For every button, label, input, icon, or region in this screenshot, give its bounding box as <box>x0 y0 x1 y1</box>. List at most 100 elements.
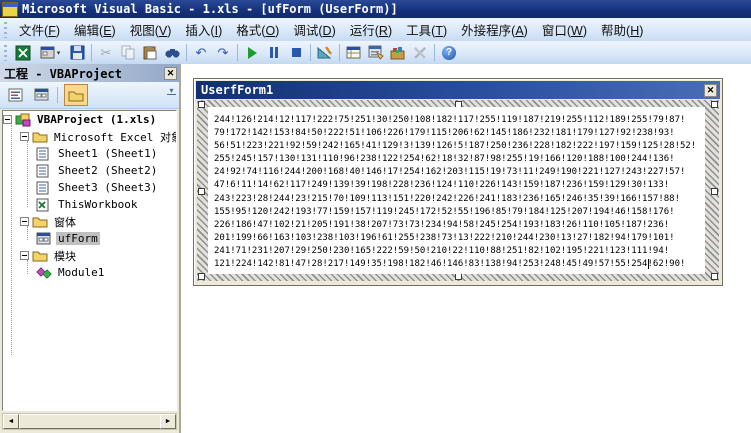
collapse-icon[interactable] <box>20 217 29 226</box>
menu-accel: E <box>99 24 116 38</box>
standard-toolbar: ▾ ✂ ↶ ↷ <box>0 41 751 65</box>
menu-window[interactable]: 窗口W <box>535 17 594 42</box>
view-object-icon <box>34 88 50 102</box>
scrollbar-thumb[interactable] <box>19 414 162 429</box>
object-browser-button[interactable] <box>410 43 430 62</box>
run-icon <box>248 47 257 59</box>
view-code-button[interactable] <box>3 84 27 106</box>
toolbar-grip[interactable] <box>3 45 8 61</box>
userform-titlebar[interactable]: UserfForm1 <box>196 81 720 99</box>
resize-handle-top-left[interactable] <box>198 101 205 108</box>
scroll-left-arrow[interactable]: ◄ <box>3 414 19 429</box>
scroll-right-arrow[interactable]: ► <box>160 414 176 429</box>
insert-userform-button[interactable]: ▾ <box>35 43 65 62</box>
design-mode-icon <box>317 45 333 60</box>
menu-debug[interactable]: 调试D <box>286 17 342 42</box>
help-button[interactable] <box>439 43 459 62</box>
panel-close-button[interactable] <box>164 67 177 80</box>
menubar-grip[interactable] <box>3 22 8 38</box>
excel-icon <box>15 45 31 61</box>
project-panel-title: 工程 - VBAProject <box>4 65 122 82</box>
resize-handle-bottom-left[interactable] <box>198 273 205 280</box>
menu-insert[interactable]: 插入I <box>178 17 229 42</box>
tree-item-modules-folder[interactable]: 模块 <box>3 247 176 264</box>
resize-handle-bottom-right[interactable] <box>711 273 718 280</box>
save-button[interactable] <box>67 43 87 62</box>
menu-run[interactable]: 运行R <box>343 17 399 42</box>
form-text-line: 47!6!11!14!62!117!249!139!39!198!228!236… <box>214 179 705 192</box>
worksheet-icon <box>36 147 53 161</box>
menu-tools[interactable]: 工具T <box>399 17 454 42</box>
menu-edit[interactable]: 编辑E <box>67 17 123 42</box>
copy-button[interactable] <box>118 43 138 62</box>
binoculars-icon <box>165 46 180 59</box>
vb-app-icon <box>2 2 18 17</box>
menu-addins[interactable]: 外接程序A <box>454 17 535 42</box>
toolbox-icon <box>390 45 406 60</box>
tree-item-sheet3[interactable]: Sheet3 (Sheet3) <box>3 179 176 196</box>
find-button[interactable] <box>162 43 182 62</box>
undo-button[interactable]: ↶ <box>191 43 211 62</box>
tree-item-module1[interactable]: Module1 <box>3 264 176 281</box>
resize-handle-bottom-center[interactable] <box>455 273 462 280</box>
view-object-button[interactable] <box>30 84 54 106</box>
redo-button[interactable]: ↷ <box>213 43 233 62</box>
toolbox-button[interactable] <box>388 43 408 62</box>
menu-help[interactable]: 帮助H <box>594 17 650 42</box>
resize-handle-top-right[interactable] <box>711 101 718 108</box>
form-text-line: 255!245!157!130!131!110!96!238!122!254!6… <box>214 153 705 166</box>
project-horizontal-scrollbar[interactable]: ◄ ► <box>2 413 177 430</box>
tree-item-sheet2[interactable]: Sheet2 (Sheet2) <box>3 162 176 179</box>
userform-close-button[interactable] <box>704 84 717 97</box>
save-icon <box>70 45 85 60</box>
collapse-icon[interactable] <box>3 115 12 124</box>
window-titlebar[interactable]: Microsoft Visual Basic - 1.xls - [ufForm… <box>0 0 751 18</box>
menu-bar: 文件F 编辑E 视图V 插入I 格式O 调试D 运行R 工具T 外接程序A 窗口… <box>0 18 751 42</box>
tree-item-vbaproject[interactable]: VBAProject (1.xls) <box>3 111 176 128</box>
view-excel-button[interactable] <box>13 43 33 62</box>
undo-arrow-icon: ↶ <box>196 46 207 59</box>
toggle-folders-button[interactable] <box>64 84 88 106</box>
userform-title: UserfForm1 <box>201 83 273 97</box>
project-panel-header[interactable]: 工程 - VBAProject <box>0 64 179 82</box>
menu-accel: F <box>44 24 60 38</box>
break-button[interactable] <box>264 43 284 62</box>
worksheet-icon <box>36 181 53 195</box>
collapse-icon[interactable] <box>20 251 29 260</box>
project-explorer-button[interactable] <box>344 43 364 62</box>
toolbar-options-icon[interactable] <box>167 88 176 96</box>
workbook-icon <box>36 198 53 212</box>
menu-file[interactable]: 文件F <box>12 17 67 42</box>
folder-icon <box>68 89 84 102</box>
tree-item-ufform[interactable]: ufForm <box>3 230 176 247</box>
form-text-line: 244!126!214!12!117!222!75!251!30!250!108… <box>214 114 705 127</box>
reset-button[interactable] <box>286 43 306 62</box>
run-button[interactable] <box>242 43 262 62</box>
collapse-icon[interactable] <box>20 132 29 141</box>
cut-button[interactable]: ✂ <box>96 43 116 62</box>
menu-label: 插入 <box>185 24 210 38</box>
paste-button[interactable] <box>140 43 160 62</box>
tree-item-thisworkbook[interactable]: ThisWorkbook <box>3 196 176 213</box>
properties-window-button[interactable] <box>366 43 386 62</box>
menu-format[interactable]: 格式O <box>229 17 286 42</box>
module-icon <box>36 266 53 280</box>
menu-accel: V <box>155 24 172 38</box>
project-panel-toolbar <box>0 82 179 109</box>
dropdown-arrow-icon[interactable]: ▾ <box>57 49 61 57</box>
toolbar-separator <box>310 44 311 61</box>
resize-handle-mid-left[interactable] <box>198 188 205 195</box>
label-text-editor[interactable]: 244!126!214!12!117!222!75!251!30!250!108… <box>208 107 705 274</box>
design-mode-button[interactable] <box>315 43 335 62</box>
tree-item-forms-folder[interactable]: 窗体 <box>3 213 176 230</box>
tree-item-excel-objects[interactable]: Microsoft Excel 对象 <box>3 128 176 145</box>
userform-designer-window[interactable]: UserfForm1 244!126!214!12!117!222!75!251… <box>193 78 723 286</box>
menu-view[interactable]: 视图V <box>123 17 179 42</box>
tree-item-label: Sheet1 (Sheet1) <box>56 147 159 160</box>
tree-item-sheet1[interactable]: Sheet1 (Sheet1) <box>3 145 176 162</box>
tree-item-label: 模块 <box>52 248 78 264</box>
vbaproject-icon <box>15 113 32 127</box>
menu-accel: A <box>511 24 528 38</box>
menu-accel: W <box>567 24 587 38</box>
resize-handle-mid-right[interactable] <box>711 188 718 195</box>
